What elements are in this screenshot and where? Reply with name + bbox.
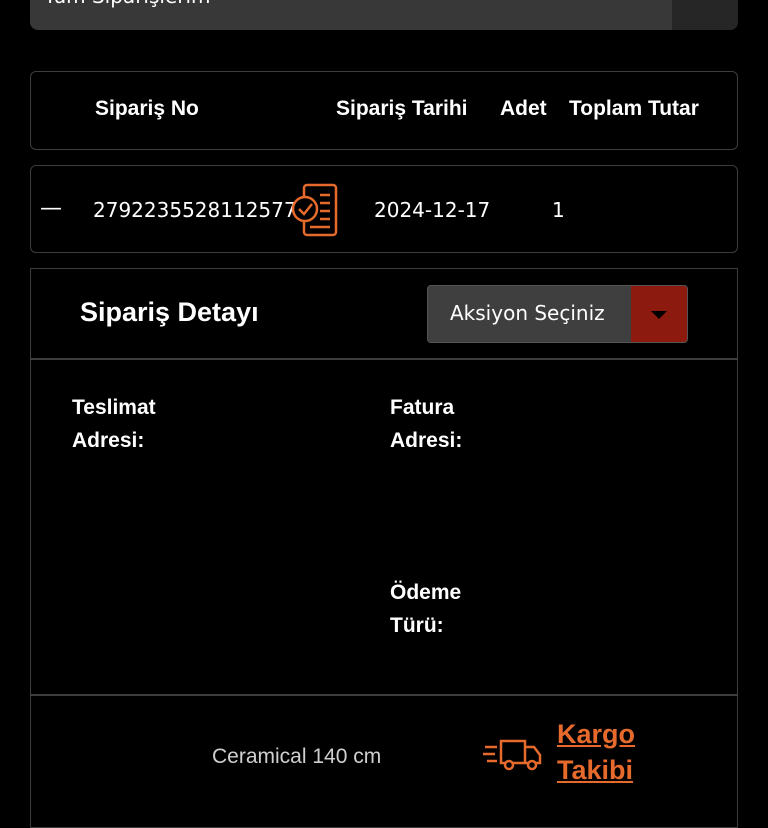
column-total: Toplam Tutar bbox=[569, 97, 699, 120]
caret-down-icon bbox=[651, 311, 667, 319]
delivery-address-label: Teslimat Adresi: bbox=[72, 391, 168, 457]
column-quantity: Adet bbox=[500, 97, 547, 120]
invoice-address-label-line1: Fatura bbox=[390, 396, 455, 419]
filter-dropdown-button[interactable] bbox=[672, 0, 738, 30]
fast-delivery-truck-icon[interactable] bbox=[483, 737, 543, 775]
delivery-address-label-line2: Adresi: bbox=[72, 429, 145, 452]
divider bbox=[31, 358, 737, 360]
order-filter-value: Tüm Siparişlerim bbox=[44, 0, 211, 8]
action-dropdown-button[interactable] bbox=[631, 286, 687, 342]
payment-type-label: Ödeme Türü: bbox=[390, 576, 486, 642]
delivery-address-label-line1: Teslimat bbox=[72, 396, 156, 419]
payment-type-label-line1: Ödeme bbox=[390, 581, 462, 604]
order-quantity: 1 bbox=[552, 198, 565, 222]
order-filter-select[interactable]: Tüm Siparişlerim bbox=[30, 0, 738, 30]
product-name: Ceramical 140 cm bbox=[212, 745, 382, 768]
cargo-tracking-link-line1[interactable]: Kargo bbox=[557, 716, 737, 752]
collapse-toggle[interactable]: — bbox=[40, 196, 62, 221]
order-number: 2792235528112577 bbox=[93, 198, 297, 222]
action-select-placeholder: Aksiyon Seçiniz bbox=[450, 301, 605, 325]
order-date: 2024-12-17 bbox=[374, 198, 491, 222]
action-select[interactable]: Aksiyon Seçiniz bbox=[427, 285, 688, 343]
cargo-tracking-link-line2[interactable]: Takibi bbox=[557, 752, 737, 788]
column-order-date: Sipariş Tarihi bbox=[336, 97, 468, 120]
cargo-tracking-link[interactable]: Kargo Takibi bbox=[557, 716, 737, 788]
order-detail-title: Sipariş Detayı bbox=[80, 297, 259, 327]
column-order-no: Sipariş No bbox=[95, 97, 199, 120]
divider bbox=[31, 694, 737, 696]
invoice-address-label: Fatura Adresi: bbox=[390, 391, 466, 457]
payment-type-label-line2: Türü: bbox=[390, 614, 444, 637]
checked-document-icon[interactable] bbox=[290, 183, 340, 243]
invoice-address-label-line2: Adresi: bbox=[390, 429, 463, 452]
